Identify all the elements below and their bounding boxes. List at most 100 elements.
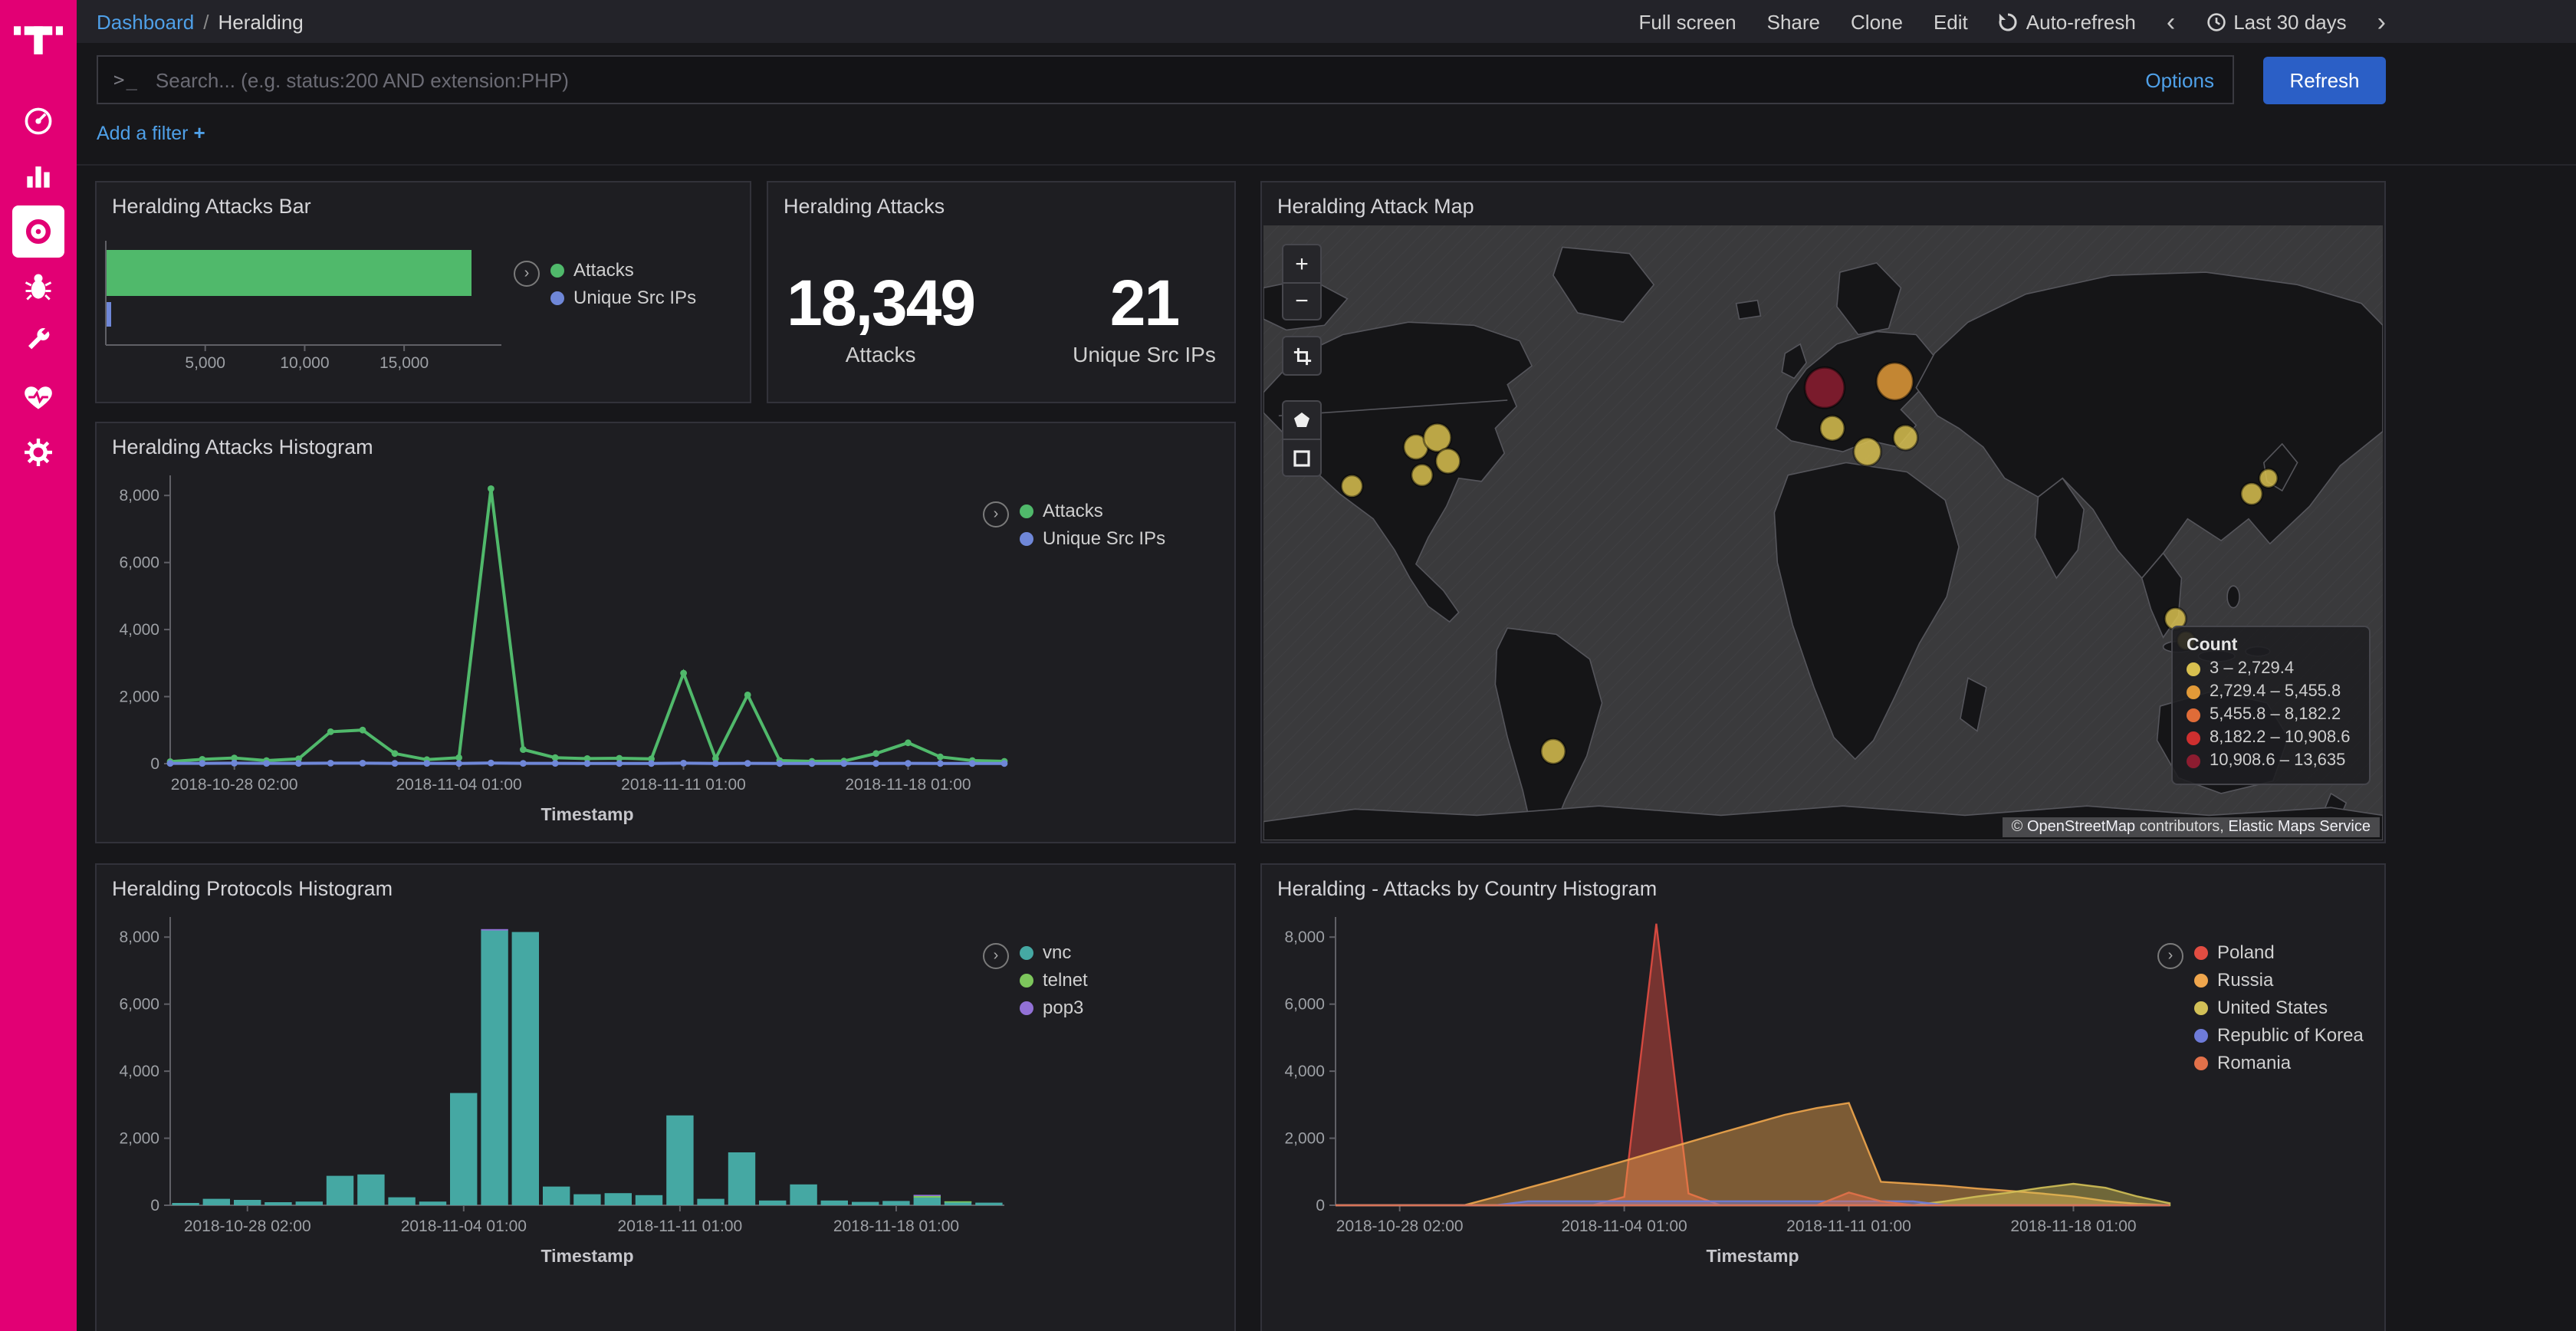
svg-text:15,000: 15,000: [380, 354, 429, 372]
elastic-maps-service-link[interactable]: Elastic Maps Service: [2228, 819, 2371, 836]
legend-item[interactable]: Russia: [2194, 969, 2364, 991]
heartbeat-icon: [21, 380, 55, 414]
sidebar-item-tools[interactable]: [12, 316, 64, 368]
time-forward-chevron-icon[interactable]: ›: [2377, 8, 2386, 35]
country-histogram-chart[interactable]: 02,0004,0006,0008,0002018-10-28 02:00201…: [1265, 905, 2185, 1273]
metric-label: Attacks: [787, 342, 974, 366]
legend-color-dot: [2194, 1028, 2208, 1042]
attack-location-marker[interactable]: [1854, 438, 1881, 466]
world-map[interactable]: + −: [1263, 225, 2383, 840]
legend-item[interactable]: Attacks: [1020, 500, 1165, 521]
legend-item[interactable]: Attacks: [550, 259, 696, 281]
protocols-histogram-chart[interactable]: 02,0004,0006,0008,0002018-10-28 02:00201…: [100, 905, 1020, 1273]
sidebar-item-heralding-selected[interactable]: [12, 205, 64, 258]
legend-item[interactable]: vnc: [1020, 942, 1088, 963]
panel-heralding-attacks-bar: Heralding Attacks Bar 5,00010,00015,000 …: [95, 181, 751, 403]
main-area: Dashboard / Heralding Full screen Share Cl…: [77, 0, 2576, 1331]
svg-text:0: 0: [150, 1197, 159, 1214]
breadcrumb-separator: /: [203, 10, 209, 33]
gauge-icon: [21, 104, 55, 138]
svg-text:2,000: 2,000: [119, 1130, 159, 1148]
openstreetmap-link[interactable]: OpenStreetMap: [2027, 819, 2135, 836]
attack-location-marker[interactable]: [2241, 483, 2262, 504]
attack-location-marker[interactable]: [2259, 469, 2278, 488]
add-filter-link[interactable]: Add a filter +: [97, 123, 205, 144]
attack-location-marker[interactable]: [1805, 367, 1845, 408]
attack-location-marker[interactable]: [1341, 475, 1362, 497]
bar-chart-icon: [21, 159, 55, 193]
breadcrumb-current: Heralding: [218, 10, 303, 33]
auto-refresh-button[interactable]: Auto-refresh: [1999, 10, 2136, 33]
attack-location-marker[interactable]: [1436, 449, 1460, 474]
sidebar-nav: [12, 92, 64, 481]
svg-text:2018-11-04 01:00: 2018-11-04 01:00: [396, 776, 521, 794]
sidebar: [0, 0, 77, 1331]
attack-location-marker[interactable]: [1877, 363, 1914, 400]
legend-item[interactable]: Unique Src IPs: [550, 287, 696, 308]
sidebar-item-dashboard[interactable]: [12, 95, 64, 147]
legend-item[interactable]: Poland: [2194, 942, 2364, 963]
draw-polygon-button[interactable]: [1283, 402, 1320, 439]
time-back-chevron-icon[interactable]: ‹: [2167, 8, 2175, 35]
time-range-picker[interactable]: Last 30 days: [2206, 10, 2346, 33]
telekom-t-logo[interactable]: [14, 12, 63, 61]
legend-item[interactable]: telnet: [1020, 969, 1088, 991]
terminal-prompt-icon: >_: [113, 69, 139, 90]
topbar-action-edit[interactable]: Edit: [1934, 10, 1968, 33]
search-options-link[interactable]: Options: [2145, 68, 2214, 91]
legend-color-dot: [1020, 973, 1033, 987]
search-input[interactable]: [153, 67, 2131, 93]
legend-item[interactable]: Republic of Korea: [2194, 1024, 2364, 1046]
legend-item[interactable]: United States: [2194, 997, 2364, 1018]
legend-toggle-icon[interactable]: ›: [514, 261, 540, 287]
svg-text:Timestamp: Timestamp: [1706, 1246, 1799, 1266]
metric-group: 18,349 Attacks 21 Unique Src IPs: [768, 221, 1234, 366]
zoom-out-button[interactable]: −: [1283, 282, 1320, 319]
legend-item[interactable]: pop3: [1020, 997, 1088, 1018]
attacks-histogram-chart[interactable]: 02,0004,0006,0008,0002018-10-28 02:00201…: [100, 463, 1020, 831]
metric-label: Unique Src IPs: [1073, 342, 1216, 366]
svg-text:2018-11-04 01:00: 2018-11-04 01:00: [401, 1218, 527, 1235]
svg-text:10,000: 10,000: [280, 354, 329, 372]
topbar-actions: Full screen Share Clone Edit: [1638, 10, 1967, 33]
topbar-action-share[interactable]: Share: [1767, 10, 1820, 33]
panel-heralding-protocols-histogram: Heralding Protocols Histogram 02,0004,00…: [95, 863, 1236, 1331]
refresh-cycle-icon: [1999, 12, 2019, 31]
attack-location-marker[interactable]: [1820, 416, 1845, 441]
draw-rectangle-button[interactable]: [1283, 439, 1320, 475]
polygon-icon: [1293, 411, 1311, 429]
search-box: >_ Options: [97, 55, 2234, 104]
attacks-bar-chart[interactable]: 5,00010,00015,000: [100, 222, 511, 376]
legend-color-dot: [2187, 731, 2200, 744]
svg-text:Timestamp: Timestamp: [540, 1246, 633, 1266]
svg-text:8,000: 8,000: [119, 928, 159, 946]
sidebar-item-settings[interactable]: [12, 426, 64, 478]
svg-text:2018-10-28 02:00: 2018-10-28 02:00: [184, 1218, 311, 1235]
legend-toggle-icon[interactable]: ›: [983, 501, 1009, 527]
legend-color-dot: [1020, 945, 1033, 959]
legend-color-dot: [1020, 504, 1033, 518]
legend-item[interactable]: Unique Src IPs: [1020, 527, 1165, 549]
fit-data-bounds-button[interactable]: [1283, 337, 1320, 374]
legend-toggle-icon[interactable]: ›: [2157, 943, 2183, 969]
legend-item[interactable]: Romania: [2194, 1052, 2364, 1073]
breadcrumb-dashboard-link[interactable]: Dashboard: [97, 10, 194, 33]
zoom-in-button[interactable]: +: [1283, 245, 1320, 282]
topbar-action-full-screen[interactable]: Full screen: [1638, 10, 1736, 33]
rectangle-icon: [1293, 449, 1311, 467]
map-legend-entry: 5,455.8 – 8,182.2: [2187, 705, 2355, 724]
legend-color-dot: [2187, 685, 2200, 698]
panel-title: Heralding Attack Map: [1262, 182, 2384, 221]
attack-location-marker[interactable]: [1541, 739, 1566, 764]
legend-color-dot: [2194, 945, 2208, 959]
refresh-button[interactable]: Refresh: [2263, 56, 2386, 104]
topbar-right: Full screen Share Clone Edit Auto-refresh ‹: [1638, 8, 2386, 35]
attack-location-marker[interactable]: [1411, 464, 1433, 485]
svg-text:2018-10-28 02:00: 2018-10-28 02:00: [1336, 1218, 1464, 1235]
sidebar-item-health[interactable]: [12, 371, 64, 423]
topbar-action-clone[interactable]: Clone: [1851, 10, 1903, 33]
sidebar-item-visualize[interactable]: [12, 150, 64, 202]
attack-location-marker[interactable]: [1893, 426, 1917, 451]
sidebar-item-honeypot[interactable]: [12, 261, 64, 313]
legend-toggle-icon[interactable]: ›: [983, 943, 1009, 969]
